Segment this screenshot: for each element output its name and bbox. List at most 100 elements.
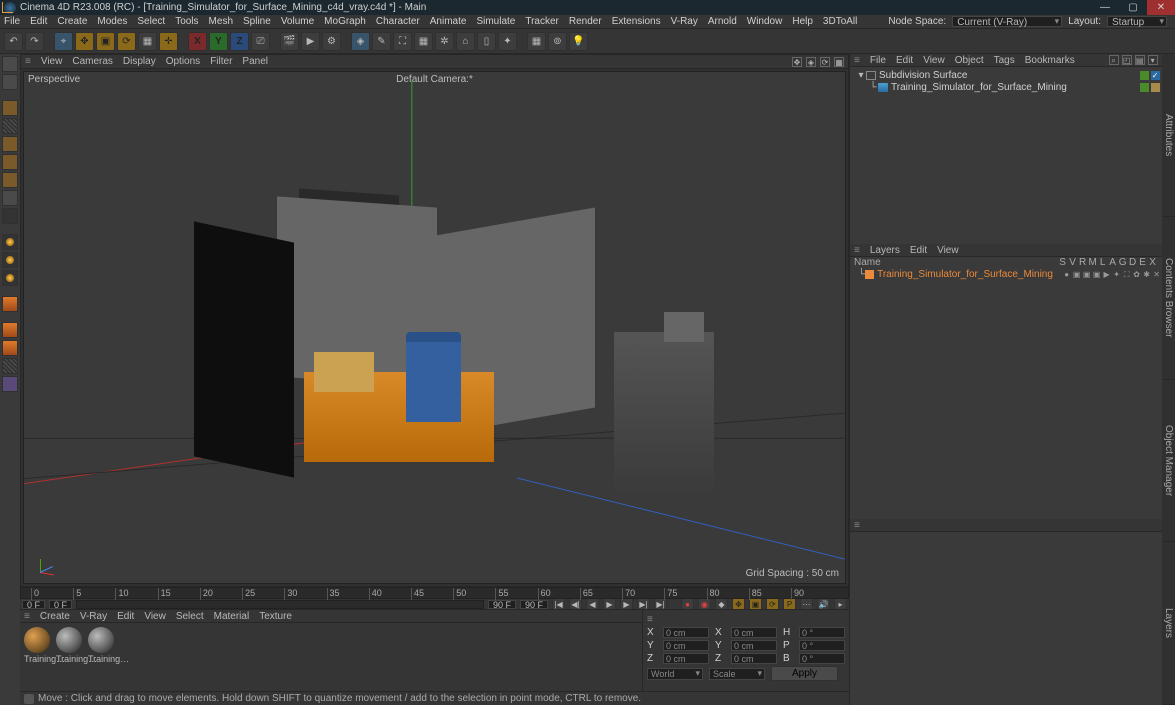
menu-3dtoall[interactable]: 3DToAll [823, 16, 857, 27]
viewport-solo-icon[interactable] [2, 118, 18, 134]
placement-tool-icon[interactable]: ✛ [159, 32, 178, 51]
vp-layout-icon[interactable]: ▦ [834, 57, 844, 67]
vp-menu-panel[interactable]: Panel [242, 56, 268, 67]
lock-y-icon[interactable]: Y [209, 32, 228, 51]
timeline-track[interactable] [76, 600, 484, 609]
point-mode-icon[interactable] [2, 136, 18, 152]
object-tree[interactable]: ▾Subdivision Surface✓└Training_Simulator… [850, 67, 1162, 244]
om-search-icon[interactable]: ⌕ [1109, 55, 1119, 65]
maximize-button[interactable]: ▢ [1119, 0, 1147, 15]
om-menu-edit[interactable]: Edit [896, 55, 913, 66]
vtab-browser[interactable]: Contents Browser [1162, 217, 1175, 380]
layer-manager[interactable]: Name S V R M L A G D E X └ Training_Simu… [850, 257, 1162, 519]
sds-icon-1[interactable] [2, 234, 18, 250]
menu-simulate[interactable]: Simulate [476, 16, 515, 27]
layer-flag-icon[interactable]: ● [1062, 270, 1072, 279]
menu-help[interactable]: Help [792, 16, 813, 27]
menu-volume[interactable]: Volume [281, 16, 314, 27]
render-settings-icon[interactable]: ⚙ [322, 32, 341, 51]
om-filter-icon[interactable]: ▾ [1148, 55, 1158, 65]
layer-flag-icon[interactable]: ✱ [1142, 270, 1152, 279]
vp-menu-view[interactable]: View [41, 56, 63, 67]
vp-menu-filter[interactable]: Filter [210, 56, 232, 67]
mat-menu-material[interactable]: Material [214, 611, 250, 622]
mat-menu-select[interactable]: Select [176, 611, 204, 622]
material-swatch[interactable]: Training… [88, 627, 116, 664]
lock-x-icon[interactable]: X [188, 32, 207, 51]
sds-icon-3[interactable] [2, 270, 18, 286]
workplane-icon[interactable] [2, 322, 18, 338]
rot-p-field[interactable] [799, 640, 845, 651]
mat-menu-texture[interactable]: Texture [259, 611, 292, 622]
grid-toggle-icon[interactable]: ▦ [527, 32, 546, 51]
size-x-field[interactable] [731, 627, 777, 638]
menu-vray[interactable]: V-Ray [671, 16, 698, 27]
vp-menu-display[interactable]: Display [123, 56, 156, 67]
uv-mode-icon[interactable] [2, 190, 18, 206]
time-preview-end-field[interactable]: 90 F [488, 600, 516, 609]
layer-color-swatch[interactable] [865, 270, 874, 279]
om-menu-view[interactable]: View [923, 55, 945, 66]
snap-icon-2[interactable] [2, 340, 18, 356]
pos-z-field[interactable] [663, 653, 709, 664]
om-view2-icon[interactable]: ▤ [1135, 55, 1145, 65]
menu-modes[interactable]: Modes [97, 16, 127, 27]
coord-mode-select[interactable]: Scale [709, 668, 765, 680]
vtab-attributes[interactable]: Attributes [1162, 54, 1175, 217]
layer-flag-icon[interactable]: ⛶ [1122, 270, 1132, 279]
time-start-field[interactable]: 0 F [22, 600, 45, 609]
redo-icon[interactable]: ↷ [25, 32, 44, 51]
coord-system-icon[interactable]: ⎚ [251, 32, 270, 51]
scale-tool-icon[interactable]: ▣ [96, 32, 115, 51]
layer-flag-icon[interactable]: ✿ [1132, 270, 1142, 279]
select-tool-icon[interactable]: ⌖ [54, 32, 73, 51]
tree-row[interactable]: ▾Subdivision Surface✓ [852, 69, 1160, 81]
mat-menu-create[interactable]: Create [40, 611, 70, 622]
layer-flag-icon[interactable]: ▣ [1092, 270, 1102, 279]
model-mode-icon[interactable] [2, 56, 18, 72]
texture-mode-icon[interactable] [2, 74, 18, 90]
fields-icon[interactable]: ✲ [435, 32, 454, 51]
menu-tools[interactable]: Tools [175, 16, 198, 27]
axis-mode-icon[interactable] [2, 208, 18, 224]
cube-primitive-icon[interactable]: ◈ [351, 32, 370, 51]
minimize-button[interactable]: — [1091, 0, 1119, 15]
menu-select[interactable]: Select [137, 16, 165, 27]
menu-spline[interactable]: Spline [243, 16, 271, 27]
rotate-tool-icon[interactable]: ⟳ [117, 32, 136, 51]
layer-flag-icon[interactable]: ▶ [1102, 270, 1112, 279]
om-menu-bookmarks[interactable]: Bookmarks [1025, 55, 1075, 66]
material-swatch[interactable]: Training… [56, 627, 84, 664]
spline-primitive-icon[interactable]: ✎ [372, 32, 391, 51]
coord-space-select[interactable]: World [647, 668, 703, 680]
layer-name[interactable]: Training_Simulator_for_Surface_Mining [877, 269, 1062, 280]
snap-icon[interactable]: ⊚ [548, 32, 567, 51]
lock-z-icon[interactable]: Z [230, 32, 249, 51]
vtab-object[interactable]: Object Manager [1162, 380, 1175, 543]
menu-extensions[interactable]: Extensions [612, 16, 661, 27]
recent-tool-icon[interactable]: ▦ [138, 32, 157, 51]
tweak-icon[interactable] [2, 296, 18, 312]
quantize-icon[interactable] [2, 376, 18, 392]
vp-pan-icon[interactable]: ✥ [792, 57, 802, 67]
menu-character[interactable]: Character [376, 16, 420, 27]
polygon-mode-icon[interactable] [2, 172, 18, 188]
menu-file[interactable]: File [4, 16, 20, 27]
render-pv-icon[interactable]: ▶ [301, 32, 320, 51]
lm-menu-edit[interactable]: Edit [910, 245, 927, 256]
menu-mesh[interactable]: Mesh [209, 16, 233, 27]
object-mode-icon[interactable] [2, 100, 18, 116]
camera-icon[interactable]: ▯ [477, 32, 496, 51]
pos-y-field[interactable] [663, 640, 709, 651]
menu-render[interactable]: Render [569, 16, 602, 27]
light-icon[interactable]: ✦ [498, 32, 517, 51]
layer-flag-icon[interactable]: ▣ [1072, 270, 1082, 279]
mat-menu-vray[interactable]: V-Ray [80, 611, 107, 622]
close-button[interactable]: ✕ [1147, 0, 1175, 15]
edge-mode-icon[interactable] [2, 154, 18, 170]
deformer-icon[interactable]: ▦ [414, 32, 433, 51]
time-current-field[interactable]: 0 F [49, 600, 72, 609]
size-z-field[interactable] [731, 653, 777, 664]
layer-flag-icon[interactable]: ✦ [1112, 270, 1122, 279]
generator-icon[interactable]: ⛶ [393, 32, 412, 51]
